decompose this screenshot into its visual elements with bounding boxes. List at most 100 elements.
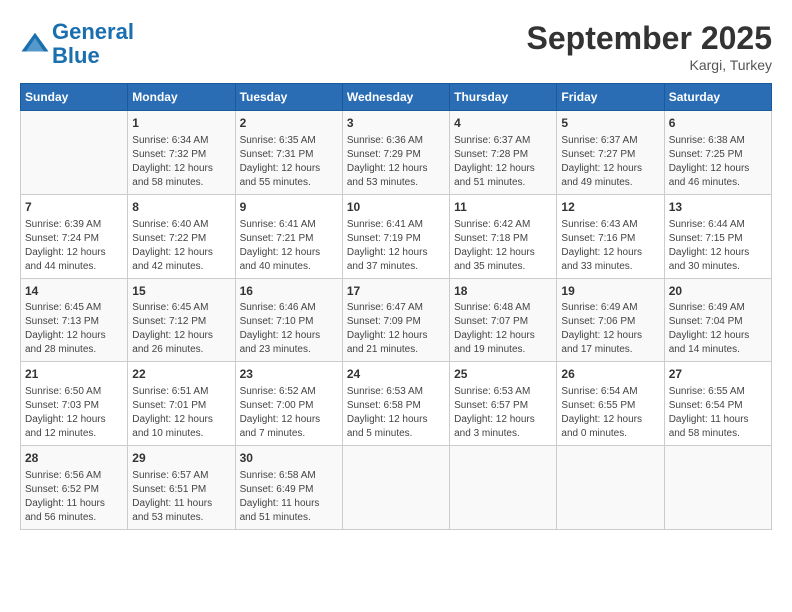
- day-number: 28: [25, 450, 123, 467]
- day-header-friday: Friday: [557, 84, 664, 111]
- calendar-cell: 24 Sunrise: 6:53 AM Sunset: 6:58 PM Dayli…: [342, 362, 449, 446]
- cell-info: Sunrise: 6:34 AM Sunset: 7:32 PM Dayligh…: [132, 134, 230, 190]
- calendar-cell: 20Sunrise: 6:49 AM Sunset: 7:04 PM Dayli…: [664, 278, 771, 362]
- calendar-cell: 14Sunrise: 6:45 AM Sunset: 7:13 PM Dayli…: [21, 278, 128, 362]
- day-number: 25: [454, 366, 552, 383]
- week-row-4: 21 Sunrise: 6:50 AM Sunset: 7:03 PM Dayli…: [21, 362, 772, 446]
- cell-info: Sunrise: 6:57 AM Sunset: 6:51 PM Dayligh…: [132, 469, 230, 525]
- calendar-cell: 17Sunrise: 6:47 AM Sunset: 7:09 PM Dayli…: [342, 278, 449, 362]
- calendar-cell: 16Sunrise: 6:46 AM Sunset: 7:10 PM Dayli…: [235, 278, 342, 362]
- day-number: 17: [347, 283, 445, 300]
- cell-info: Sunrise: 6:45 AM Sunset: 7:13 PM Dayligh…: [25, 301, 123, 357]
- calendar-cell: 6Sunrise: 6:38 AM Sunset: 7:25 PM Daylig…: [664, 111, 771, 195]
- calendar-cell: [342, 446, 449, 530]
- day-number: 4: [454, 115, 552, 132]
- month-title: September 2025: [527, 20, 772, 57]
- day-header-monday: Monday: [128, 84, 235, 111]
- calendar-cell: [450, 446, 557, 530]
- day-number: 19: [561, 283, 659, 300]
- day-number: 9: [240, 199, 338, 216]
- day-number: 10: [347, 199, 445, 216]
- cell-info: Sunrise: 6:49 AM Sunset: 7:04 PM Dayligh…: [669, 301, 767, 357]
- calendar-cell: [557, 446, 664, 530]
- calendar-cell: 18Sunrise: 6:48 AM Sunset: 7:07 PM Dayli…: [450, 278, 557, 362]
- calendar-cell: 10 Sunrise: 6:41 AM Sunset: 7:19 PM Dayli…: [342, 194, 449, 278]
- day-header-saturday: Saturday: [664, 84, 771, 111]
- day-number: 30: [240, 450, 338, 467]
- calendar-cell: 28 Sunrise: 6:56 AM Sunset: 6:52 PM Dayli…: [21, 446, 128, 530]
- calendar-cell: 30 Sunrise: 6:58 AM Sunset: 6:49 PM Dayli…: [235, 446, 342, 530]
- cell-info: Sunrise: 6:44 AM Sunset: 7:15 PM Dayligh…: [669, 218, 767, 274]
- cell-info: Sunrise: 6:35 AM Sunset: 7:31 PM Dayligh…: [240, 134, 338, 190]
- cell-info: Sunrise: 6:37 AM Sunset: 7:27 PM Dayligh…: [561, 134, 659, 190]
- cell-info: Sunrise: 6:38 AM Sunset: 7:25 PM Dayligh…: [669, 134, 767, 190]
- cell-info: Sunrise: 6:41 AM Sunset: 7:19 PM Dayligh…: [347, 218, 445, 274]
- cell-info: Sunrise: 6:55 AM Sunset: 6:54 PM Dayligh…: [669, 385, 767, 441]
- cell-info: Sunrise: 6:40 AM Sunset: 7:22 PM Dayligh…: [132, 218, 230, 274]
- day-number: 21: [25, 366, 123, 383]
- day-header-tuesday: Tuesday: [235, 84, 342, 111]
- week-row-2: 7 Sunrise: 6:39 AM Sunset: 7:24 PM Daylig…: [21, 194, 772, 278]
- calendar-cell: 1 Sunrise: 6:34 AM Sunset: 7:32 PM Daylig…: [128, 111, 235, 195]
- calendar-cell: 21 Sunrise: 6:50 AM Sunset: 7:03 PM Dayli…: [21, 362, 128, 446]
- calendar-cell: 5 Sunrise: 6:37 AM Sunset: 7:27 PM Daylig…: [557, 111, 664, 195]
- calendar-cell: 25 Sunrise: 6:53 AM Sunset: 6:57 PM Dayli…: [450, 362, 557, 446]
- cell-info: Sunrise: 6:51 AM Sunset: 7:01 PM Dayligh…: [132, 385, 230, 441]
- day-number: 26: [561, 366, 659, 383]
- calendar-cell: [21, 111, 128, 195]
- logo-icon: [20, 29, 50, 59]
- day-number: 18: [454, 283, 552, 300]
- calendar-cell: 12Sunrise: 6:43 AM Sunset: 7:16 PM Dayli…: [557, 194, 664, 278]
- day-number: 8: [132, 199, 230, 216]
- header: General Blue September 2025 Kargi, Turke…: [20, 20, 772, 73]
- cell-info: Sunrise: 6:39 AM Sunset: 7:24 PM Dayligh…: [25, 218, 123, 274]
- day-number: 24: [347, 366, 445, 383]
- day-number: 7: [25, 199, 123, 216]
- calendar-cell: 4Sunrise: 6:37 AM Sunset: 7:28 PM Daylig…: [450, 111, 557, 195]
- week-row-3: 14Sunrise: 6:45 AM Sunset: 7:13 PM Dayli…: [21, 278, 772, 362]
- calendar-cell: 13 Sunrise: 6:44 AM Sunset: 7:15 PM Dayli…: [664, 194, 771, 278]
- week-row-1: 1 Sunrise: 6:34 AM Sunset: 7:32 PM Daylig…: [21, 111, 772, 195]
- day-number: 5: [561, 115, 659, 132]
- cell-info: Sunrise: 6:58 AM Sunset: 6:49 PM Dayligh…: [240, 469, 338, 525]
- calendar-cell: 8 Sunrise: 6:40 AM Sunset: 7:22 PM Daylig…: [128, 194, 235, 278]
- calendar-cell: 11Sunrise: 6:42 AM Sunset: 7:18 PM Dayli…: [450, 194, 557, 278]
- calendar-cell: 3Sunrise: 6:36 AM Sunset: 7:29 PM Daylig…: [342, 111, 449, 195]
- cell-info: Sunrise: 6:54 AM Sunset: 6:55 PM Dayligh…: [561, 385, 659, 441]
- calendar-cell: 29 Sunrise: 6:57 AM Sunset: 6:51 PM Dayli…: [128, 446, 235, 530]
- day-number: 13: [669, 199, 767, 216]
- cell-info: Sunrise: 6:48 AM Sunset: 7:07 PM Dayligh…: [454, 301, 552, 357]
- cell-info: Sunrise: 6:42 AM Sunset: 7:18 PM Dayligh…: [454, 218, 552, 274]
- day-number: 29: [132, 450, 230, 467]
- cell-info: Sunrise: 6:53 AM Sunset: 6:58 PM Dayligh…: [347, 385, 445, 441]
- calendar-cell: 27 Sunrise: 6:55 AM Sunset: 6:54 PM Dayli…: [664, 362, 771, 446]
- day-number: 2: [240, 115, 338, 132]
- day-number: 23: [240, 366, 338, 383]
- day-number: 1: [132, 115, 230, 132]
- header-row: SundayMondayTuesdayWednesdayThursdayFrid…: [21, 84, 772, 111]
- calendar-cell: 22Sunrise: 6:51 AM Sunset: 7:01 PM Dayli…: [128, 362, 235, 446]
- day-header-sunday: Sunday: [21, 84, 128, 111]
- location: Kargi, Turkey: [527, 57, 772, 73]
- calendar-table: SundayMondayTuesdayWednesdayThursdayFrid…: [20, 83, 772, 530]
- cell-info: Sunrise: 6:53 AM Sunset: 6:57 PM Dayligh…: [454, 385, 552, 441]
- cell-info: Sunrise: 6:43 AM Sunset: 7:16 PM Dayligh…: [561, 218, 659, 274]
- calendar-cell: 23 Sunrise: 6:52 AM Sunset: 7:00 PM Dayli…: [235, 362, 342, 446]
- calendar-cell: 26 Sunrise: 6:54 AM Sunset: 6:55 PM Dayli…: [557, 362, 664, 446]
- cell-info: Sunrise: 6:50 AM Sunset: 7:03 PM Dayligh…: [25, 385, 123, 441]
- day-header-wednesday: Wednesday: [342, 84, 449, 111]
- calendar-cell: 7 Sunrise: 6:39 AM Sunset: 7:24 PM Daylig…: [21, 194, 128, 278]
- day-number: 15: [132, 283, 230, 300]
- calendar-cell: 19Sunrise: 6:49 AM Sunset: 7:06 PM Dayli…: [557, 278, 664, 362]
- cell-info: Sunrise: 6:56 AM Sunset: 6:52 PM Dayligh…: [25, 469, 123, 525]
- calendar-cell: [664, 446, 771, 530]
- cell-info: Sunrise: 6:36 AM Sunset: 7:29 PM Dayligh…: [347, 134, 445, 190]
- cell-info: Sunrise: 6:52 AM Sunset: 7:00 PM Dayligh…: [240, 385, 338, 441]
- calendar-cell: 2 Sunrise: 6:35 AM Sunset: 7:31 PM Daylig…: [235, 111, 342, 195]
- day-number: 20: [669, 283, 767, 300]
- logo: General Blue: [20, 20, 134, 68]
- day-number: 27: [669, 366, 767, 383]
- calendar-cell: 15Sunrise: 6:45 AM Sunset: 7:12 PM Dayli…: [128, 278, 235, 362]
- cell-info: Sunrise: 6:47 AM Sunset: 7:09 PM Dayligh…: [347, 301, 445, 357]
- title-block: September 2025 Kargi, Turkey: [527, 20, 772, 73]
